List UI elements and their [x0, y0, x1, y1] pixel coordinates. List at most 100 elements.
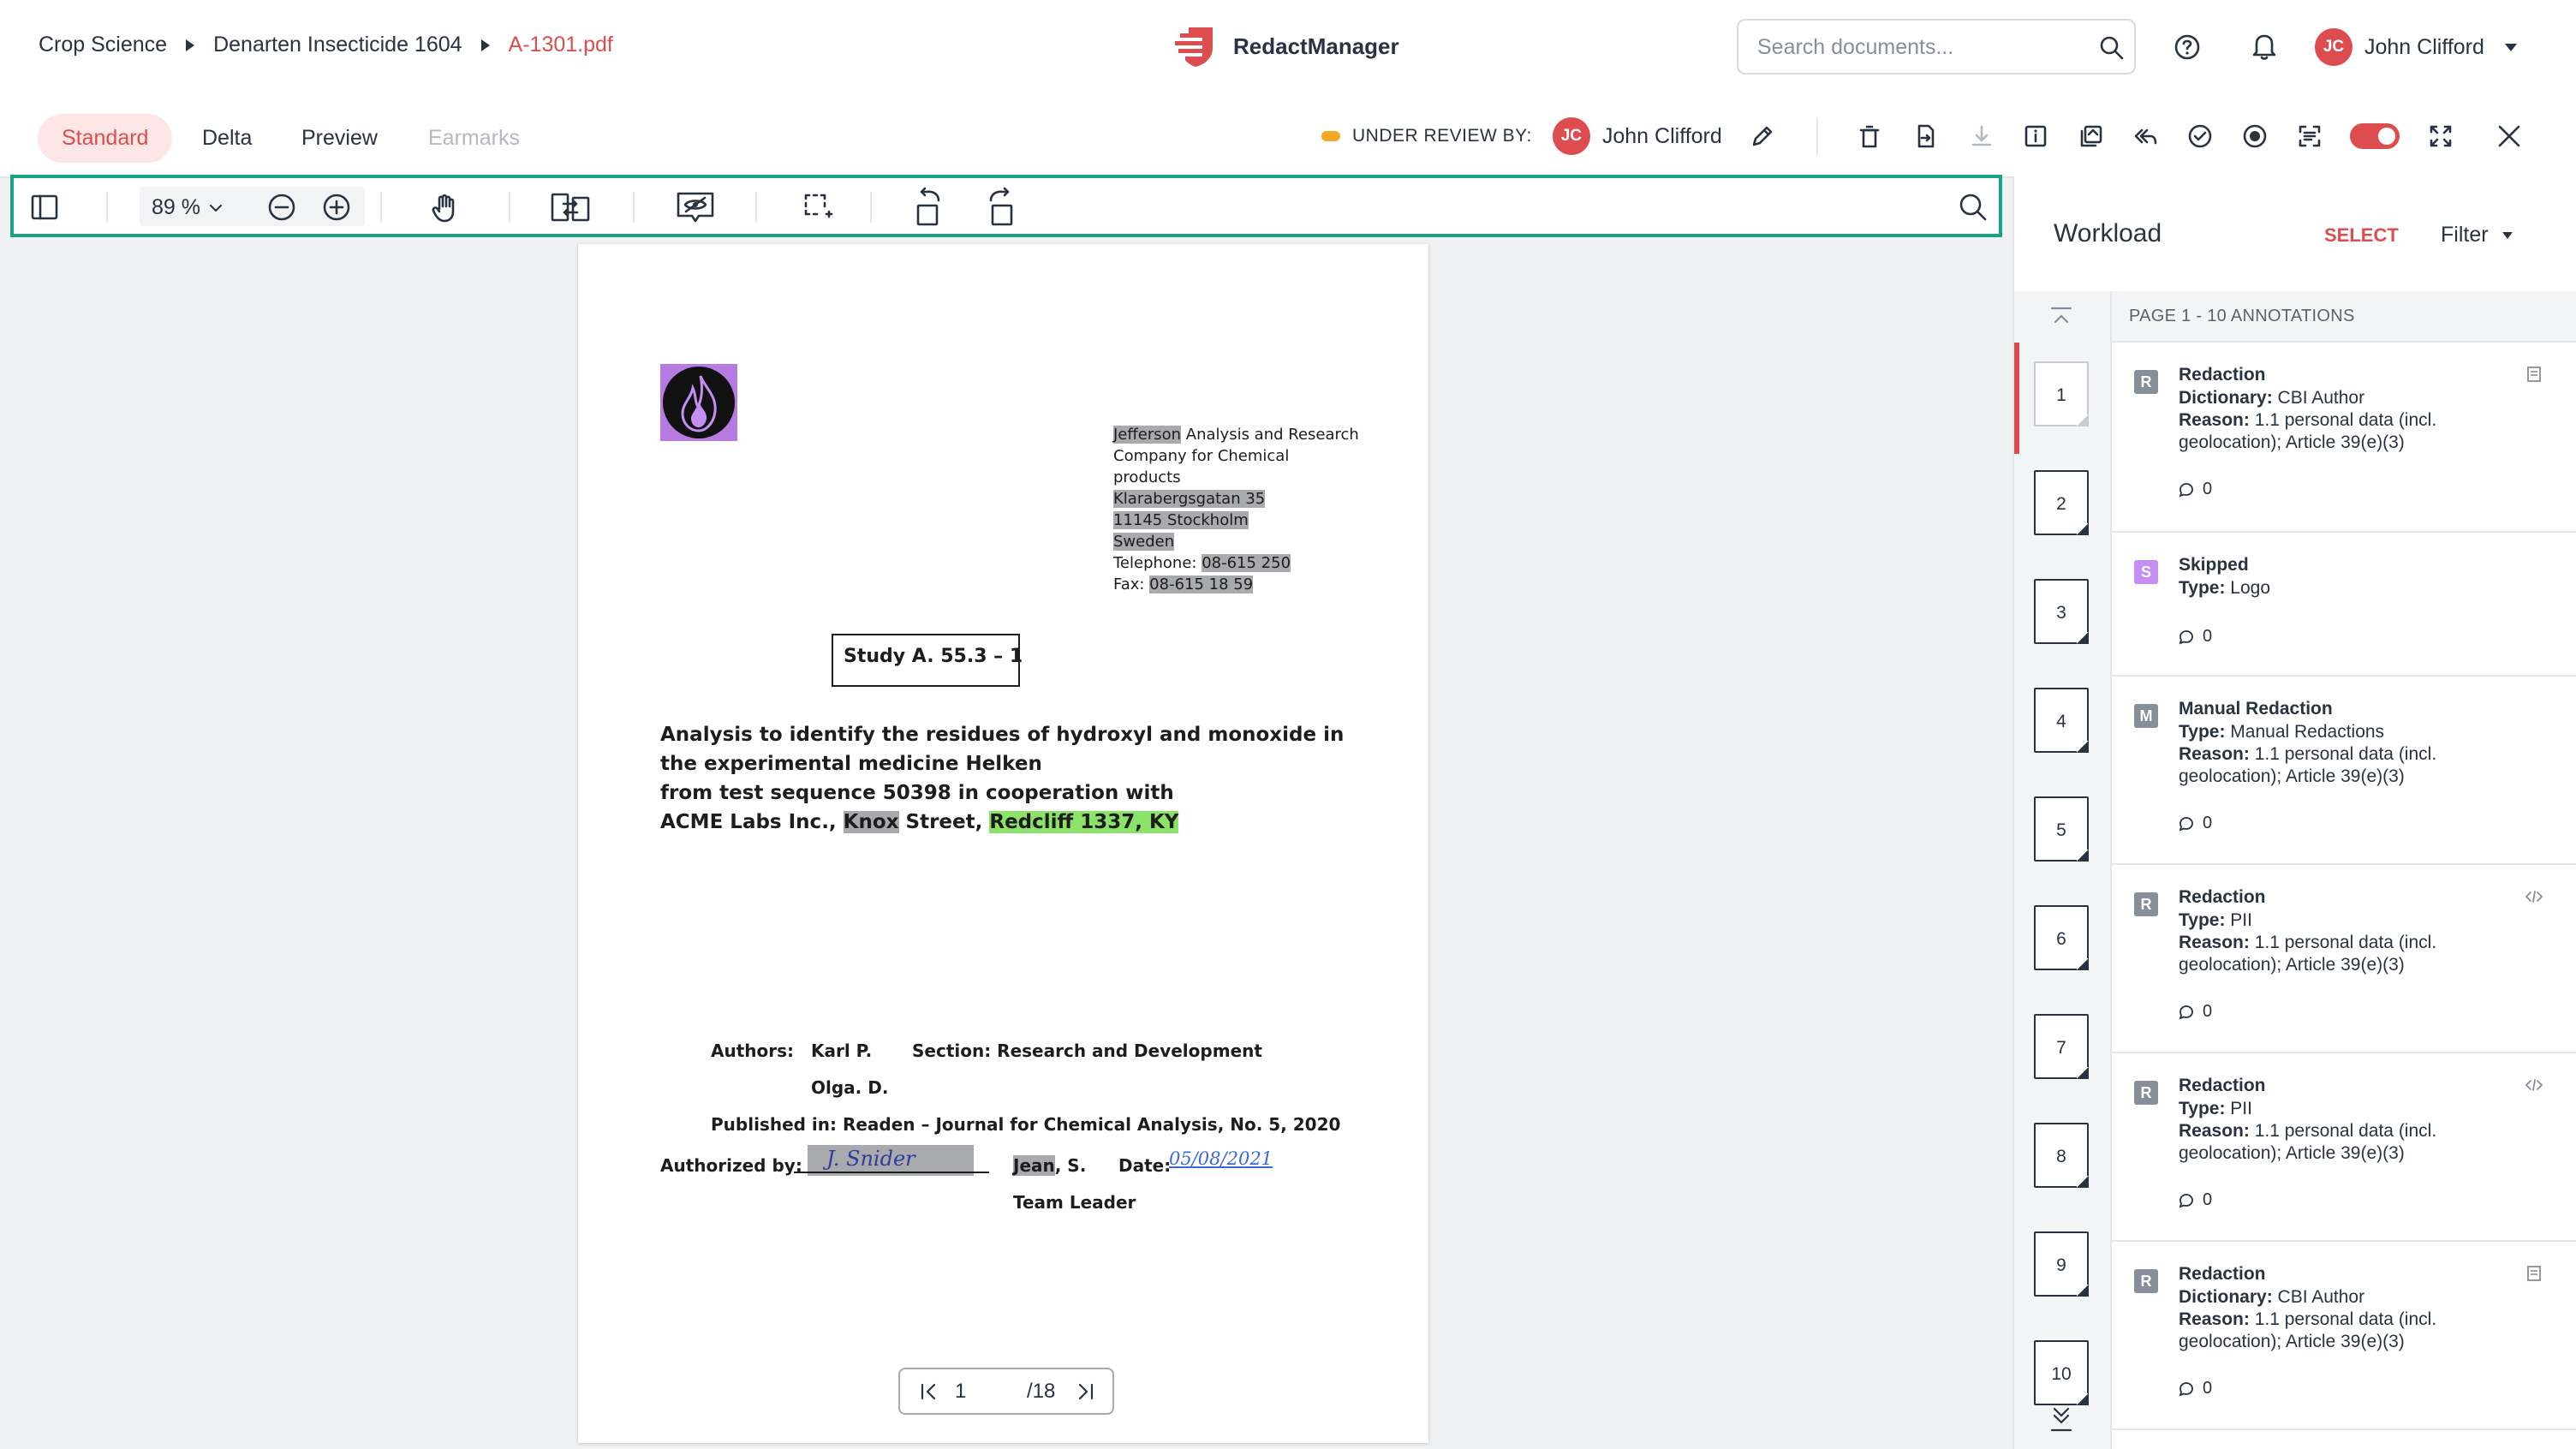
review-status: UNDER REVIEW BY: JC John Clifford: [1321, 117, 1722, 155]
divider: [1816, 117, 1818, 155]
close-icon[interactable]: [2496, 122, 2523, 150]
help-icon[interactable]: [2173, 33, 2202, 62]
copy-icon[interactable]: [2077, 122, 2104, 150]
compare-icon[interactable]: [550, 190, 591, 224]
page-input[interactable]: 1: [955, 1380, 966, 1404]
redaction-highlight[interactable]: 11145 Stockholm: [1113, 511, 1249, 529]
select-area-icon[interactable]: [801, 190, 835, 224]
annotation-type-badge: R: [2134, 1081, 2158, 1105]
redaction-highlight[interactable]: Klarabergsgatan 35: [1113, 490, 1266, 508]
dictionary-icon[interactable]: [2525, 1264, 2543, 1283]
author-2: Olga. D.: [811, 1077, 889, 1098]
check-circle-icon[interactable]: [2186, 122, 2214, 150]
download-icon: [1971, 125, 1992, 146]
address-line: 11145 Stockholm: [1113, 510, 1359, 531]
page-thumbnail[interactable]: 1: [2034, 361, 2089, 426]
breadcrumb: Crop Science Denarten Insecticide 1604 A…: [39, 33, 613, 57]
search-input[interactable]: [1756, 29, 2093, 65]
tab-standard[interactable]: Standard: [38, 114, 173, 163]
toolbar-divider: [870, 192, 872, 223]
record-icon[interactable]: [2241, 122, 2269, 150]
avatar: JC: [2315, 28, 2352, 66]
annotation-title: Redaction: [2179, 1264, 2266, 1284]
breadcrumb-file[interactable]: A-1301.pdf: [509, 33, 613, 57]
page-thumbnail[interactable]: 6: [2034, 905, 2089, 970]
address-line: Company for Chemical: [1113, 445, 1359, 467]
company-logo[interactable]: [660, 364, 737, 441]
zoom-out-icon[interactable]: [266, 192, 297, 223]
annotation-count-label: PAGE 1 - 10 ANNOTATIONS: [2129, 307, 2355, 325]
user-menu[interactable]: JC John Clifford: [2315, 28, 2517, 66]
page-thumbnail[interactable]: 3: [2034, 579, 2089, 644]
redaction-highlight[interactable]: 08-615 18 59: [1149, 575, 1254, 593]
edit-icon[interactable]: [1749, 122, 1776, 150]
dictionary-icon[interactable]: [2525, 365, 2543, 384]
annotation-card[interactable]: S Skipped Type: Logo 0: [2112, 533, 2576, 677]
comment-count[interactable]: 0: [2179, 627, 2212, 647]
redaction-toggle[interactable]: [2350, 123, 2400, 149]
page-thumbnail[interactable]: 5: [2034, 796, 2089, 862]
export-icon[interactable]: [1912, 122, 1940, 150]
page-thumbnail[interactable]: 7: [2034, 1014, 2089, 1079]
code-icon[interactable]: [2525, 1076, 2543, 1094]
collapse-up-icon[interactable]: [2048, 305, 2074, 329]
title-text: ACME Labs Inc.,: [660, 811, 844, 833]
tab-delta[interactable]: Delta: [202, 126, 252, 151]
first-page-icon[interactable]: [919, 1382, 941, 1401]
redaction-highlight[interactable]: 08-615 250: [1202, 554, 1291, 572]
code-icon[interactable]: [2525, 887, 2543, 906]
bell-icon[interactable]: [2250, 31, 2279, 62]
address-line: Sweden: [1113, 531, 1359, 552]
fullscreen-icon[interactable]: [2427, 122, 2454, 150]
title-text: Street,: [898, 811, 990, 833]
annotation-card[interactable]: R Redaction Type: PII Reason: 1.1 personal …: [2112, 1053, 2576, 1242]
redaction-highlight[interactable]: Knox: [843, 811, 899, 833]
comment-count[interactable]: 0: [2179, 814, 2212, 833]
rotate-right-icon[interactable]: [984, 187, 1018, 228]
tab-preview[interactable]: Preview: [301, 126, 378, 151]
annotation-type-badge: R: [2134, 892, 2158, 916]
last-page-icon[interactable]: [1073, 1382, 1095, 1401]
reply-all-icon[interactable]: [2132, 122, 2159, 150]
search-icon[interactable]: [2098, 34, 2126, 62]
select-button[interactable]: SELECT: [2324, 224, 2399, 247]
search-box[interactable]: [1737, 19, 2136, 75]
redaction-highlight[interactable]: Sweden: [1113, 533, 1175, 551]
scan-icon[interactable]: [2296, 122, 2323, 150]
page-thumbnail[interactable]: 4: [2034, 688, 2089, 753]
page-thumbnail[interactable]: 2: [2034, 470, 2089, 535]
green-highlight[interactable]: Redcliff 1337, KY: [989, 811, 1179, 833]
trash-icon[interactable]: [1856, 122, 1883, 150]
zoom-select[interactable]: 89 %: [152, 195, 223, 220]
page-thumbnail[interactable]: 9: [2034, 1231, 2089, 1297]
page-thumbnail[interactable]: 8: [2034, 1123, 2089, 1188]
title-line-1: Analysis to identify the residues of hyd…: [660, 724, 1345, 746]
sidebar-toggle-icon[interactable]: [29, 192, 60, 223]
date-value[interactable]: 05/08/2021: [1169, 1148, 1273, 1169]
redaction-highlight[interactable]: Jean: [1013, 1155, 1055, 1176]
zoom-in-icon[interactable]: [321, 192, 352, 223]
filter-button[interactable]: Filter: [2441, 223, 2513, 247]
comment-count[interactable]: 0: [2179, 1002, 2212, 1022]
redaction-highlight[interactable]: Jefferson: [1113, 426, 1182, 444]
comment-count[interactable]: 0: [2179, 1379, 2212, 1398]
hide-redactions-icon[interactable]: [675, 190, 716, 226]
brand[interactable]: RedactManager: [1172, 22, 1399, 70]
breadcrumb-dossier[interactable]: Denarten Insecticide 1604: [213, 33, 462, 57]
info-icon[interactable]: [2022, 122, 2049, 150]
rotate-left-icon[interactable]: [911, 187, 945, 228]
search-icon[interactable]: [1958, 192, 1989, 223]
annotation-card[interactable]: R Redaction Type: PII Reason: 1.1 personal …: [2112, 865, 2576, 1053]
expand-down-icon[interactable]: [2048, 1404, 2074, 1434]
pan-hand-icon[interactable]: [429, 190, 463, 224]
comment-count[interactable]: 0: [2179, 480, 2212, 499]
comment-icon: [2179, 1381, 2193, 1396]
page-thumbnail[interactable]: 10: [2034, 1340, 2089, 1405]
annotation-card[interactable]: R Redaction Dictionary: CBI Author Reason: …: [2112, 1242, 2576, 1430]
annotation-card[interactable]: M Manual Redaction Type: Manual Redactions…: [2112, 677, 2576, 865]
annotation-type-badge: R: [2134, 1269, 2158, 1293]
comment-count[interactable]: 0: [2179, 1190, 2212, 1210]
breadcrumb-crop-science[interactable]: Crop Science: [39, 33, 167, 57]
annotation-detail: geolocation); Article 39(e)(3): [2179, 766, 2405, 786]
annotation-card[interactable]: R Redaction Dictionary: CBI Author Reason: …: [2112, 343, 2576, 533]
